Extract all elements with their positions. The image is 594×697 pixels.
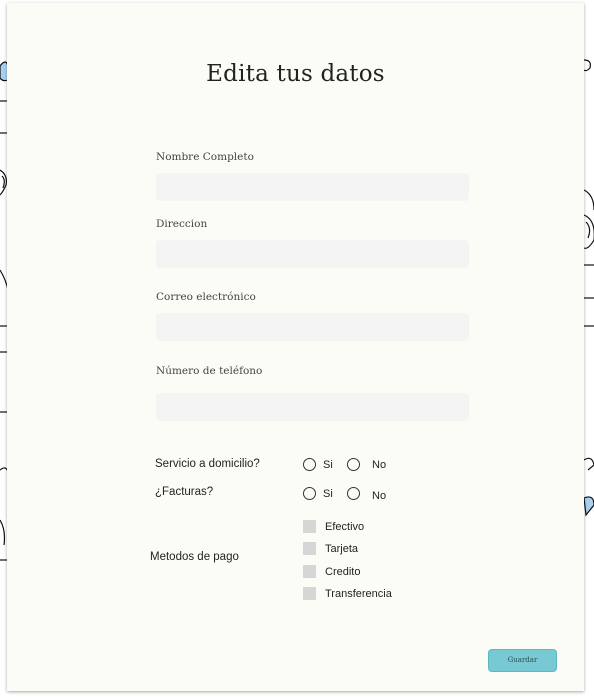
payment-card-checkbox[interactable] xyxy=(303,542,316,555)
invoice-yes-label: Si xyxy=(323,488,333,500)
home-delivery-yes-label: Si xyxy=(323,459,333,471)
payment-credit-label: Credito xyxy=(325,566,361,578)
payment-card-label: Tarjeta xyxy=(325,543,359,555)
address-label: Direccion xyxy=(156,218,208,230)
payment-methods-label: Metodos de pago xyxy=(150,551,239,563)
edit-profile-card: Edita tus datos Nombre Completo Direccio… xyxy=(7,3,584,691)
payment-credit-checkbox[interactable] xyxy=(303,565,316,578)
payment-transfer-label: Transferencia xyxy=(325,588,392,600)
payment-transfer-checkbox[interactable] xyxy=(303,587,316,600)
home-delivery-no-radio[interactable] xyxy=(347,458,360,471)
payment-cash-label: Efectivo xyxy=(325,521,365,533)
invoice-no-radio[interactable] xyxy=(347,487,360,500)
full-name-input[interactable] xyxy=(156,173,469,201)
email-label: Correo electrónico xyxy=(156,291,256,303)
invoice-question: ¿Facturas? xyxy=(155,486,214,498)
full-name-label: Nombre Completo xyxy=(156,151,254,163)
phone-input[interactable] xyxy=(156,393,469,421)
home-delivery-no-label: No xyxy=(372,459,387,471)
home-delivery-yes-radio[interactable] xyxy=(303,458,316,471)
phone-label: Número de teléfono xyxy=(156,365,263,377)
save-button[interactable]: Guardar xyxy=(488,649,557,672)
invoice-yes-radio[interactable] xyxy=(303,487,316,500)
page-title: Edita tus datos xyxy=(206,61,385,87)
payment-cash-checkbox[interactable] xyxy=(303,520,316,533)
invoice-no-label: No xyxy=(372,490,387,502)
address-input[interactable] xyxy=(156,240,469,268)
email-input[interactable] xyxy=(156,313,469,341)
home-delivery-question: Servicio a domicilio? xyxy=(155,458,260,470)
